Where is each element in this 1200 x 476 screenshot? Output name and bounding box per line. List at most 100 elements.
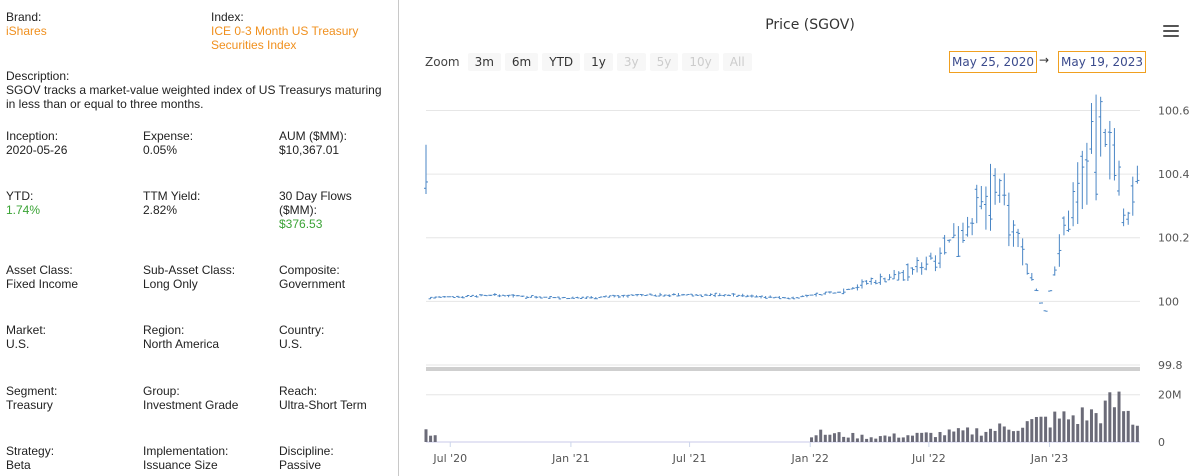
chart-title: Price (SGOV) bbox=[765, 17, 855, 33]
volume-bar bbox=[901, 437, 905, 442]
volume-bar bbox=[837, 432, 841, 442]
aum-field: AUM ($MM): $10,367.01 bbox=[279, 129, 347, 157]
volume-bar bbox=[819, 429, 823, 442]
index-field: Index: ICE 0-3 Month US Treasury Securit… bbox=[211, 10, 381, 52]
volume-bar bbox=[1048, 427, 1052, 442]
range-from-input[interactable]: May 25, 2020 bbox=[949, 51, 1038, 73]
zoom-10y-button[interactable]: 10y bbox=[682, 53, 719, 71]
strategy-label: Strategy: bbox=[6, 444, 55, 458]
segment-label: Segment: bbox=[6, 384, 58, 398]
volume-bar bbox=[1021, 427, 1025, 442]
volume-bar bbox=[429, 435, 433, 442]
asset-class-label: Asset Class: bbox=[6, 263, 73, 277]
range-to-input[interactable]: May 19, 2023 bbox=[1058, 51, 1147, 73]
range-arrow: → bbox=[1039, 53, 1050, 67]
volume-bar bbox=[1034, 416, 1038, 442]
composite-value: Government bbox=[279, 277, 346, 291]
volume-bar bbox=[970, 434, 974, 442]
price-chart-panel: 100.6 100.4 100.2 100 99.8 20M 0 Jul '20 Jan '21… bbox=[400, 0, 1200, 476]
volume-bar bbox=[828, 434, 832, 442]
volume-bar bbox=[1053, 411, 1057, 442]
volume-bar bbox=[998, 423, 1002, 442]
index-value[interactable]: ICE 0-3 Month US Treasury Securities Ind… bbox=[211, 24, 381, 52]
zoom-3m-button[interactable]: 3m bbox=[467, 53, 501, 71]
zoom-5y-button[interactable]: 5y bbox=[649, 53, 679, 71]
volume-bar bbox=[1071, 415, 1075, 442]
volume-bar bbox=[966, 427, 970, 442]
volume-bar bbox=[814, 435, 818, 442]
volume-bar bbox=[915, 432, 919, 442]
volume-bar bbox=[984, 431, 988, 442]
brand-field: Brand: iShares bbox=[6, 10, 47, 38]
sub-asset-class-label: Sub-Asset Class: bbox=[143, 263, 236, 277]
volume-bar bbox=[810, 437, 814, 442]
volume-bar bbox=[869, 437, 873, 442]
market-value: U.S. bbox=[6, 337, 30, 351]
volume-bar bbox=[952, 431, 956, 442]
implementation-label: Implementation: bbox=[143, 444, 229, 458]
asset-class-field: Asset Class: Fixed Income bbox=[6, 263, 78, 291]
zoom-all-button[interactable]: All bbox=[722, 53, 752, 71]
country-label: Country: bbox=[279, 323, 325, 337]
strategy-value: Beta bbox=[6, 458, 31, 472]
brand-label: Brand: bbox=[6, 10, 42, 24]
volume-bar bbox=[1108, 392, 1112, 442]
region-value: North America bbox=[143, 337, 220, 351]
x-tick-label: Jan '21 bbox=[551, 452, 589, 465]
volume-tick-label: 0 bbox=[1158, 436, 1165, 449]
group-label: Group: bbox=[143, 384, 180, 398]
discipline-label: Discipline: bbox=[279, 444, 334, 458]
volume-bar bbox=[1126, 410, 1130, 442]
ttm-yield-label: TTM Yield: bbox=[143, 189, 201, 203]
volume-bar bbox=[424, 429, 428, 442]
flows-value: $376.53 bbox=[279, 217, 323, 231]
volume-bar bbox=[1080, 407, 1084, 442]
zoom-ytd-button[interactable]: YTD bbox=[542, 53, 581, 71]
volume-bar bbox=[1007, 429, 1011, 442]
volume-bar bbox=[832, 433, 836, 442]
fund-info-panel: Brand: iShares Index: ICE 0-3 Month US T… bbox=[0, 0, 399, 476]
x-tick-label: Jan '23 bbox=[1030, 452, 1068, 465]
volume-bar bbox=[1025, 421, 1029, 442]
aum-value: $10,367.01 bbox=[279, 143, 340, 157]
volume-bar bbox=[1011, 431, 1015, 442]
price-tick-label: 99.8 bbox=[1158, 359, 1183, 372]
volume-bar bbox=[929, 432, 933, 442]
volume-bar bbox=[1094, 413, 1098, 442]
description-label: Description: bbox=[6, 69, 70, 83]
inception-value: 2020-05-26 bbox=[6, 143, 68, 157]
volume-bar bbox=[975, 428, 979, 442]
volume-bar bbox=[865, 438, 869, 442]
description-value: SGOV tracks a market-value weighted inde… bbox=[6, 83, 382, 111]
volume-bar bbox=[1122, 411, 1126, 442]
hamburger-menu-icon[interactable] bbox=[1163, 25, 1179, 39]
price-tick-label: 100.4 bbox=[1158, 168, 1190, 181]
ytd-label: YTD: bbox=[6, 189, 34, 203]
volume-bar bbox=[883, 435, 887, 442]
ttm-yield-value: 2.82% bbox=[143, 203, 178, 217]
zoom-1y-button[interactable]: 1y bbox=[584, 53, 613, 71]
price-tick-label: 100 bbox=[1158, 295, 1179, 308]
volume-bar bbox=[1030, 419, 1034, 442]
volume-bar bbox=[933, 437, 937, 442]
volume-bar bbox=[989, 428, 993, 442]
expense-value: 0.05% bbox=[143, 143, 178, 157]
volume-bar bbox=[1117, 391, 1121, 442]
region-field: Region: North America bbox=[143, 323, 219, 351]
composite-field: Composite: Government bbox=[279, 263, 345, 291]
volume-bar bbox=[855, 438, 859, 442]
volume-bar bbox=[1131, 424, 1135, 442]
volume-bar bbox=[1044, 416, 1048, 442]
flows-label: 30 Day Flows ($MM): bbox=[279, 189, 352, 217]
zoom-6m-button[interactable]: 6m bbox=[504, 53, 539, 71]
brand-value[interactable]: iShares bbox=[6, 24, 47, 38]
country-value: U.S. bbox=[279, 337, 303, 351]
zoom-3y-button[interactable]: 3y bbox=[616, 53, 646, 71]
volume-bar bbox=[910, 435, 914, 442]
volume-bar bbox=[1002, 426, 1006, 442]
sub-asset-class-field: Sub-Asset Class: Long Only bbox=[143, 263, 235, 291]
implementation-value: Issuance Size bbox=[143, 458, 218, 472]
volume-bar bbox=[961, 430, 965, 442]
x-tick-label: Jul '21 bbox=[672, 452, 707, 465]
volume-bar bbox=[956, 428, 960, 442]
